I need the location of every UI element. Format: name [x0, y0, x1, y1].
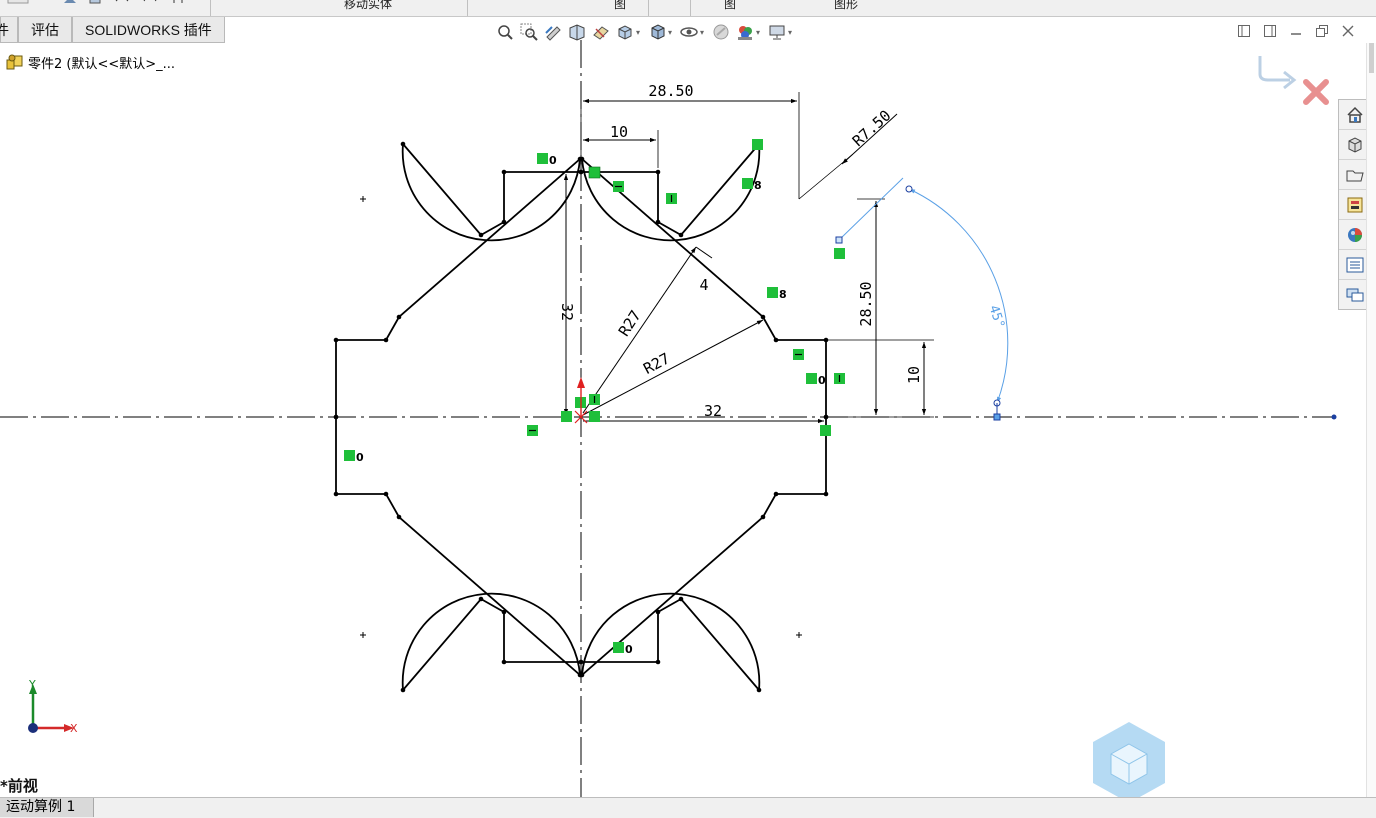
sketch-point[interactable]: [678, 596, 684, 602]
dimension-10-right[interactable]: 10: [905, 366, 923, 384]
vertical-scrollbar[interactable]: [1366, 43, 1376, 797]
tangent-relation-icon-2[interactable]: [834, 248, 845, 259]
relation-marker-top[interactable]: 0: [537, 153, 557, 167]
dimension-28-50-top[interactable]: 28.50: [648, 82, 693, 100]
sketch-point[interactable]: [478, 232, 484, 238]
triad-y-label: Y: [28, 678, 36, 691]
sketch-point[interactable]: [400, 687, 406, 693]
svg-text:8: 8: [754, 179, 762, 192]
relation-marker-right[interactable]: 0: [806, 373, 826, 387]
sketch-point[interactable]: [501, 219, 507, 225]
extension-lines: [551, 92, 934, 430]
sketch-point[interactable]: [655, 659, 661, 665]
centerline-endpoint[interactable]: [1331, 414, 1337, 420]
triad-x-label: X: [70, 722, 78, 735]
relation-marker-diag-lower[interactable]: 8: [767, 287, 787, 301]
relation-marker-bottom[interactable]: 0: [613, 642, 633, 656]
dimension-r7-50[interactable]: R7.50: [849, 106, 895, 150]
svg-text:0: 0: [549, 154, 557, 167]
sketch-point[interactable]: [678, 232, 684, 238]
origin-relation-icon[interactable]: [561, 411, 572, 422]
origin-relation-icon-3[interactable]: [589, 411, 600, 422]
sketch-relations: 0 8 8 0 0 0: [344, 139, 845, 656]
svg-text:0: 0: [818, 374, 826, 387]
sketch-point[interactable]: [773, 337, 779, 343]
sketch-point[interactable]: [383, 491, 389, 497]
sketch-point[interactable]: [400, 141, 406, 147]
sketch-point[interactable]: [655, 609, 661, 615]
sketch-point[interactable]: [396, 514, 402, 520]
sketch-point[interactable]: [756, 687, 762, 693]
sketch-point[interactable]: [655, 169, 661, 175]
view-orientation-label: *前视: [0, 777, 38, 795]
relation-marker[interactable]: [588, 166, 601, 179]
sketch-quadrant-outline[interactable]: [335, 141, 582, 417]
dimension-lines: [563, 98, 927, 424]
svg-text:0: 0: [625, 643, 633, 656]
sketch-point[interactable]: [577, 156, 583, 162]
graphics-area[interactable]: 28.50 10 R7.50 32 4 R27 R27 28.50 10 32 …: [0, 0, 1366, 797]
relation-marker-left[interactable]: 0: [344, 450, 364, 464]
dimension-r27-lower[interactable]: R27: [640, 349, 672, 378]
sketch-point[interactable]: [333, 491, 339, 497]
sketch-point[interactable]: [383, 337, 389, 343]
sketch-point[interactable]: [478, 596, 484, 602]
sketch-point[interactable]: [760, 314, 766, 320]
sketch-point[interactable]: [578, 169, 584, 175]
sketch-point[interactable]: [501, 609, 507, 615]
sketch-point[interactable]: [578, 659, 584, 665]
coincident-relation-icon[interactable]: [820, 425, 831, 436]
relation-marker-diag-upper[interactable]: 8: [742, 178, 762, 192]
sketch-point[interactable]: [333, 414, 339, 420]
sketch-point[interactable]: [773, 491, 779, 497]
sketch-point[interactable]: [333, 337, 339, 343]
sketch-point[interactable]: [501, 169, 507, 175]
reference-triad: Y X: [28, 678, 78, 735]
sketch-point[interactable]: [396, 314, 402, 320]
sketch-quadrant-outline[interactable]: [335, 417, 582, 693]
dimension-32-vertical[interactable]: 32: [558, 303, 576, 321]
bottom-tab-bar: 运动算例 1: [0, 797, 1376, 818]
sketch-point[interactable]: [760, 514, 766, 520]
dimension-r27-upper[interactable]: R27: [615, 307, 645, 340]
tangent-relation-icon[interactable]: [752, 139, 763, 150]
svg-text:0: 0: [356, 451, 364, 464]
sketch-point[interactable]: [579, 672, 585, 678]
sketch-point[interactable]: [501, 659, 507, 665]
tab-motion-study-1[interactable]: 运动算例 1: [0, 798, 95, 817]
dimension-28-50-right[interactable]: 28.50: [857, 281, 875, 326]
dimension-10-notch[interactable]: 10: [610, 123, 628, 141]
solidworks-3d-logo: [1093, 722, 1165, 797]
scrollbar-thumb[interactable]: [1369, 43, 1374, 73]
sketch-point[interactable]: [823, 491, 829, 497]
svg-text:8: 8: [779, 288, 787, 301]
dimension-32-horizontal[interactable]: 32: [704, 402, 722, 420]
sketch-point[interactable]: [655, 219, 661, 225]
dimension-4[interactable]: 4: [699, 276, 708, 294]
